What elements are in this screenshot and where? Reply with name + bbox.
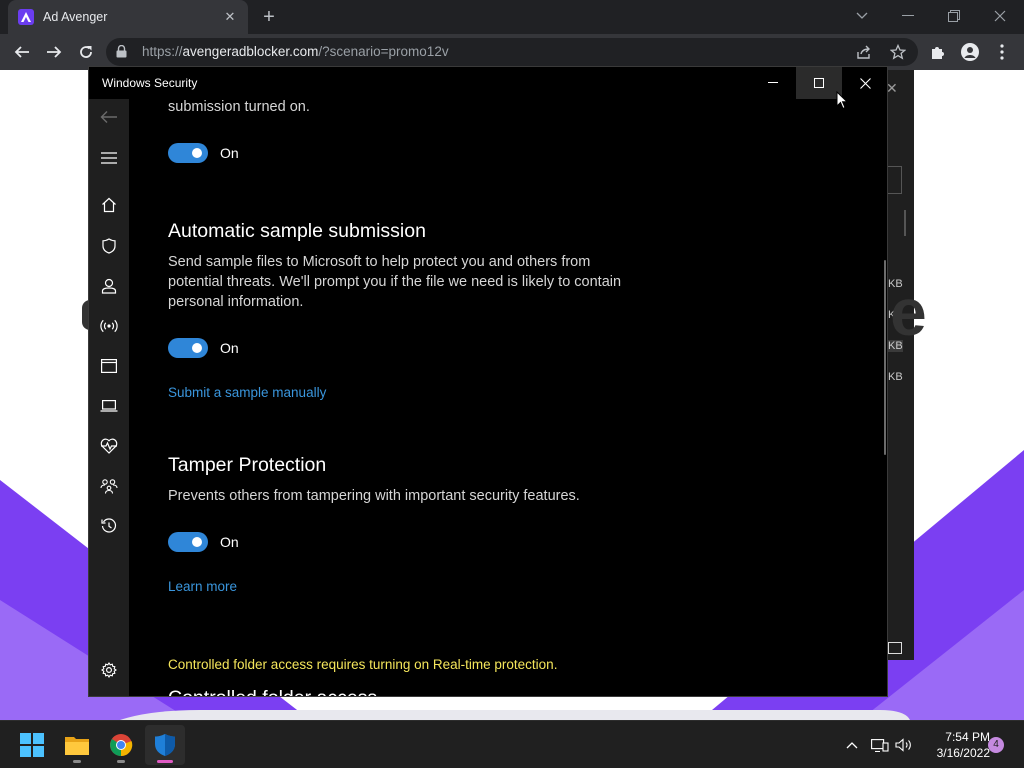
bookmark-star-icon[interactable] (886, 40, 910, 64)
settings-gear-icon[interactable] (97, 658, 121, 682)
account-icon[interactable] (97, 274, 121, 298)
windows-logo-icon (20, 733, 44, 757)
profile-avatar-icon[interactable] (958, 40, 982, 64)
security-shield-icon (155, 734, 175, 756)
background-heading-letter: e (890, 275, 927, 349)
address-bar[interactable]: https://avengeradblocker.com/?scenario=p… (106, 38, 918, 66)
back-button[interactable] (10, 40, 34, 64)
background-divider (904, 210, 906, 236)
firewall-network-icon[interactable] (97, 314, 121, 338)
tamper-protection-heading: Tamper Protection (168, 454, 327, 476)
auto-sample-desc-line: personal information. (168, 294, 304, 310)
start-button[interactable] (12, 725, 52, 765)
browser-menu-icon[interactable] (990, 40, 1014, 64)
device-laptop-icon[interactable] (97, 394, 121, 418)
active-indicator (157, 760, 173, 763)
folder-icon (65, 737, 89, 755)
browser-close-button[interactable] (986, 4, 1014, 28)
browser-tabstrip: Ad Avenger ✕ + (0, 0, 1024, 34)
running-indicator (73, 760, 81, 763)
controlled-folder-access-heading: Controlled folder access (168, 687, 377, 696)
navigation-sidebar (89, 99, 129, 696)
hamburger-icon[interactable] (97, 146, 121, 170)
mouse-cursor-icon (836, 91, 848, 110)
auto-sample-heading: Automatic sample submission (168, 220, 426, 242)
submit-sample-link[interactable]: Submit a sample manually (168, 385, 326, 400)
tab-title: Ad Avenger (43, 10, 108, 24)
ad-avenger-favicon-icon (18, 9, 34, 25)
settings-content: submission turned on. On Automatic sampl… (129, 99, 887, 696)
auto-sample-desc-line: potential threats. We'll prompt you if t… (168, 274, 622, 290)
clock-time: 7:54 PM (945, 730, 990, 744)
content-scrollbar[interactable] (884, 260, 886, 455)
windows-security-window: Windows Security submission turned on. O… (88, 66, 888, 697)
browser-toolbar: https://avengeradblocker.com/?scenario=p… (0, 34, 1024, 70)
controlled-folder-warning: Controlled folder access requires turnin… (168, 657, 558, 672)
url-path: /?scenario=promo12v (318, 44, 449, 59)
cloud-protection-toggle[interactable] (168, 143, 208, 163)
clock-date: 3/16/2022 (936, 746, 990, 760)
toggle-knob (192, 343, 202, 353)
toggle-knob (192, 148, 202, 158)
tamper-protection-toggle[interactable] (168, 532, 208, 552)
network-icon[interactable] (870, 735, 890, 755)
notification-badge[interactable]: 4 (988, 737, 1004, 753)
tamper-protection-desc: Prevents others from tampering with impo… (168, 488, 580, 504)
auto-sample-toggle[interactable] (168, 338, 208, 358)
learn-more-link[interactable]: Learn more (168, 579, 237, 594)
cloud-protection-toggle-label: On (220, 145, 239, 161)
app-browser-icon[interactable] (97, 354, 121, 378)
cloud-protection-desc-tail: submission turned on. (168, 99, 310, 115)
browser-tab[interactable]: Ad Avenger ✕ (8, 0, 248, 34)
share-icon[interactable] (852, 40, 876, 64)
file-explorer-button[interactable] (57, 725, 97, 765)
browser-restore-button[interactable] (940, 4, 968, 28)
chrome-icon (110, 734, 133, 757)
toggle-knob (192, 537, 202, 547)
background-window-icon[interactable] (888, 642, 902, 654)
volume-icon[interactable] (894, 735, 914, 755)
minimize-button[interactable] (750, 67, 796, 99)
back-arrow-icon[interactable] (97, 105, 121, 129)
history-icon[interactable] (97, 514, 121, 538)
forward-button[interactable] (42, 40, 66, 64)
tab-search-icon[interactable] (848, 4, 876, 28)
shield-icon[interactable] (97, 234, 121, 258)
url-text[interactable]: https://avengeradblocker.com/?scenario=p… (142, 44, 449, 59)
auto-sample-desc-line: Send sample files to Microsoft to help p… (168, 254, 591, 270)
url-scheme: https:// (142, 44, 183, 59)
lock-icon[interactable] (116, 44, 127, 63)
browser-minimize-button[interactable] (894, 4, 922, 28)
auto-sample-toggle-label: On (220, 340, 239, 356)
new-tab-button[interactable]: + (258, 7, 280, 29)
extensions-puzzle-icon[interactable] (926, 40, 950, 64)
show-hidden-icons-chevron-icon[interactable] (842, 735, 862, 755)
heart-pulse-icon[interactable] (97, 434, 121, 458)
home-icon[interactable] (97, 193, 121, 217)
background-kb-label: KB (888, 371, 903, 383)
background-input-box (886, 166, 902, 194)
tab-close-icon[interactable]: ✕ (222, 9, 238, 25)
system-clock[interactable]: 7:54 PM 3/16/2022 (918, 729, 990, 761)
url-host: avengeradblocker.com (182, 44, 319, 59)
close-button[interactable] (842, 67, 887, 99)
tamper-protection-toggle-label: On (220, 534, 239, 550)
windows-taskbar: 7:54 PM 3/16/2022 4 (0, 720, 1024, 768)
reload-button[interactable] (74, 40, 98, 64)
running-indicator (117, 760, 125, 763)
windows-security-taskbar-button[interactable] (145, 725, 185, 765)
window-title: Windows Security (102, 76, 198, 90)
family-icon[interactable] (97, 474, 121, 498)
window-titlebar[interactable]: Windows Security (89, 67, 887, 99)
chrome-button[interactable] (101, 725, 141, 765)
